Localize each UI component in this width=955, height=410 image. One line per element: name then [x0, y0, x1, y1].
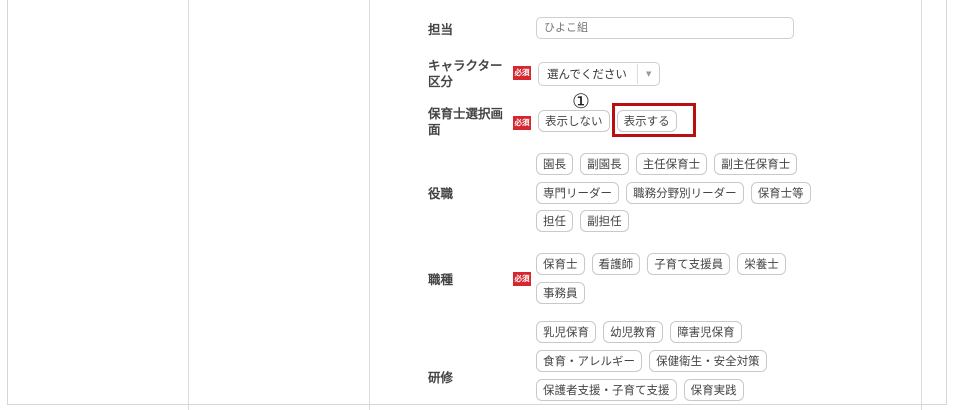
tag[interactable]: 乳児保育 [536, 321, 596, 343]
column-divider [188, 0, 189, 410]
tantou-label: 担当 [428, 22, 454, 37]
character-label: キャラクター 区分 [428, 58, 503, 90]
tag[interactable]: 副主任保育士 [714, 153, 798, 175]
training-tags-row1: 乳児保育 幼児教育 障害児保育 [536, 321, 744, 343]
screen-label-line2: 面 [428, 122, 441, 137]
position-tags-row1: 園長 副園長 主任保育士 副主任保育士 [536, 153, 799, 175]
tag[interactable]: 事務員 [536, 282, 585, 304]
option-hide[interactable]: 表示しない [538, 110, 610, 132]
column-divider [369, 0, 370, 410]
screen-label-line1: 保育士選択画 [428, 106, 504, 121]
occupation-tags-row2: 事務員 [536, 282, 587, 304]
tag[interactable]: 職務分野別リーダー [626, 182, 744, 204]
tag[interactable]: 看護師 [591, 253, 641, 275]
chevron-down-icon: ▼ [636, 64, 651, 84]
tantou-input[interactable] [536, 17, 794, 39]
tag[interactable]: 園長 [536, 153, 573, 175]
tag[interactable]: 主任保育士 [635, 153, 708, 175]
screen-label: 保育士選択画 面 [428, 106, 503, 138]
annotation-marker: ① [572, 89, 590, 113]
required-badge: 必須 [513, 272, 531, 286]
tag[interactable]: 子育て支援員 [647, 253, 731, 275]
training-tags-row3: 保護者支援・子育て支援 保育実践 [536, 379, 746, 401]
tag[interactable]: 担任 [536, 210, 573, 232]
tag[interactable]: 副担任 [580, 210, 629, 232]
tag[interactable]: 保育士等 [750, 182, 811, 204]
occupation-label: 職種 [428, 272, 454, 287]
position-label: 役職 [428, 186, 454, 201]
training-tags-row2: 食育・アレルギー 保健衛生・安全対策 [536, 350, 769, 372]
character-select[interactable]: 選んでください ▼ [538, 62, 661, 86]
position-tags-row3: 担任 副担任 [536, 210, 631, 232]
tag[interactable]: 保健衛生・安全対策 [649, 350, 767, 372]
highlight-box [612, 103, 696, 137]
column-divider [921, 0, 922, 410]
tag[interactable]: 保護者支援・子育て支援 [536, 379, 677, 401]
tag[interactable]: 幼児教育 [603, 321, 664, 343]
character-label-line1: キャラクター [428, 58, 503, 73]
occupation-tags-row1: 保育士 看護師 子育て支援員 栄養士 [536, 253, 788, 275]
required-badge: 必須 [513, 66, 531, 80]
tag[interactable]: 副園長 [580, 153, 629, 175]
tag[interactable]: 保育実践 [683, 379, 744, 401]
position-tags-row2: 専門リーダー 職務分野別リーダー 保育士等 [536, 182, 813, 204]
training-label: 研修 [428, 370, 454, 385]
tag[interactable]: 栄養士 [737, 253, 786, 275]
tag[interactable]: 保育士 [536, 253, 585, 275]
tag[interactable]: 障害児保育 [670, 321, 742, 343]
tag[interactable]: 食育・アレルギー [536, 350, 642, 372]
character-label-line2: 区分 [428, 74, 454, 89]
required-badge: 必須 [513, 116, 531, 130]
character-select-value: 選んでください [547, 67, 627, 81]
tag[interactable]: 専門リーダー [536, 182, 619, 204]
